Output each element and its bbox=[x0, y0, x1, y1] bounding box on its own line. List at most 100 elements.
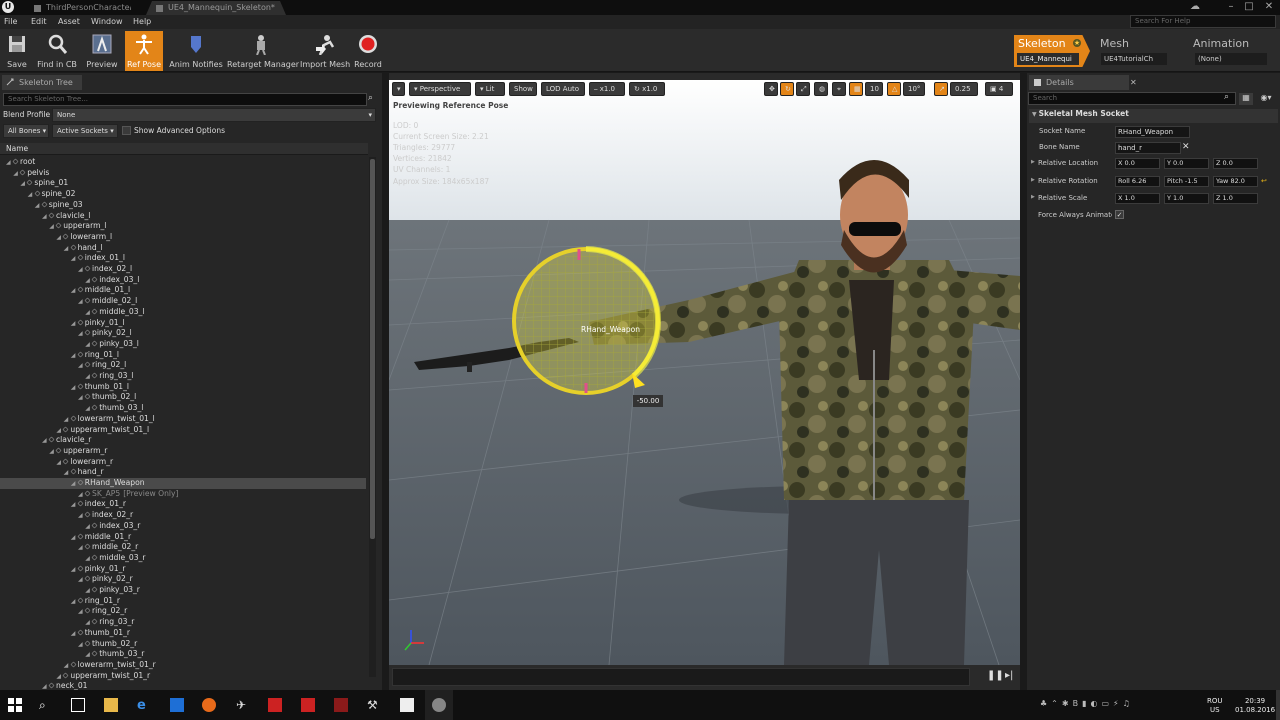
scale-snap-value[interactable]: 0.25 bbox=[950, 82, 978, 96]
tree-row[interactable]: ◢ clavicle_r bbox=[0, 435, 366, 446]
import-mesh-button[interactable]: Import Mesh bbox=[300, 31, 350, 71]
rotate-icon[interactable]: ↻ bbox=[780, 82, 794, 96]
show-advanced-checkbox[interactable] bbox=[122, 126, 131, 135]
tree-row[interactable]: ◢ ring_02_l bbox=[0, 360, 366, 371]
tree-row[interactable]: ◢ pinky_02_l bbox=[0, 328, 366, 339]
anim-notifies-button[interactable]: Anim Notifies bbox=[168, 31, 224, 71]
tree-row[interactable]: ◢ ring_03_l bbox=[0, 371, 366, 382]
mode-animation-tab[interactable]: Animation (None) bbox=[1183, 35, 1277, 67]
tree-row[interactable]: ◢ upperarm_l bbox=[0, 221, 366, 232]
socket-name-field[interactable]: RHand_Weapon bbox=[1115, 126, 1190, 138]
save-button[interactable]: Save bbox=[2, 31, 32, 71]
eye-icon[interactable]: ◉▾ bbox=[1257, 93, 1275, 105]
tree-row[interactable]: ◢ ring_01_l bbox=[0, 350, 366, 361]
show-desktop-button[interactable] bbox=[1276, 690, 1280, 720]
tree-row[interactable]: ◢ lowerarm_r bbox=[0, 457, 366, 468]
tab-mannequin-skeleton[interactable]: UE4_Mannequin_Skeleton* bbox=[146, 1, 286, 15]
tree-row-selected-socket[interactable]: ◢ RHand_Weapon bbox=[0, 478, 366, 489]
bone-name-field[interactable]: hand_r bbox=[1115, 142, 1181, 154]
tree-row[interactable]: ◢ thumb_01_l bbox=[0, 382, 366, 393]
clear-bone-icon[interactable]: ✕ bbox=[1182, 142, 1190, 152]
tool-icon[interactable]: ⚒ bbox=[367, 698, 381, 712]
close-icon[interactable]: ✕ bbox=[1260, 0, 1278, 14]
tree-row[interactable]: ◢ spine_03 bbox=[0, 200, 366, 211]
grid-snap-icon[interactable]: ▦ bbox=[849, 82, 863, 96]
tree-row[interactable]: ◢ ring_03_r bbox=[0, 617, 366, 628]
task-view-icon[interactable] bbox=[71, 698, 85, 712]
rel-rot-pitch[interactable]: Pitch -1.5 bbox=[1164, 176, 1209, 187]
windows-start-icon[interactable] bbox=[8, 698, 22, 712]
file-explorer-icon[interactable] bbox=[104, 698, 118, 712]
menu-help[interactable]: Help bbox=[133, 15, 151, 29]
tree-row[interactable]: ◢ index_02_r bbox=[0, 510, 366, 521]
tree-row[interactable]: ◢ index_01_r bbox=[0, 499, 366, 510]
tree-row[interactable]: ◢ hand_l bbox=[0, 243, 366, 254]
tree-row[interactable]: ◢ lowerarm_twist_01_l bbox=[0, 414, 366, 425]
tree-row[interactable]: ◢ SK_AP5 [Preview Only] bbox=[0, 489, 366, 500]
mode-skeleton-tab[interactable]: Skeleton ★ UE4_Mannequi bbox=[1014, 35, 1090, 67]
viewport[interactable]: ▾ ▾ Perspective ▾ Lit Show LOD Auto ⎯ x1… bbox=[389, 80, 1020, 665]
flash-icon[interactable] bbox=[301, 698, 315, 712]
lit-button[interactable]: ▾ Lit bbox=[475, 82, 505, 96]
edge-icon[interactable]: e bbox=[137, 698, 151, 713]
tree-row[interactable]: ◢ spine_01 bbox=[0, 178, 366, 189]
tree-row[interactable]: ◢ upperarm_twist_01_r bbox=[0, 671, 366, 682]
tree-row[interactable]: ◢ ring_02_r bbox=[0, 606, 366, 617]
lod-button[interactable]: LOD Auto bbox=[541, 82, 585, 96]
rel-scale-y[interactable]: Y 1.0 bbox=[1164, 193, 1209, 204]
find-in-cb-button[interactable]: Find in CB bbox=[36, 31, 78, 71]
search-icon[interactable]: ⌕ bbox=[39, 698, 53, 712]
blend-profile-dropdown[interactable]: None ▾ bbox=[52, 108, 376, 122]
tree-row[interactable]: ◢ thumb_03_l bbox=[0, 403, 366, 414]
tree-row[interactable]: ◢ pelvis bbox=[0, 168, 366, 179]
rotation-snap-icon[interactable]: △ bbox=[887, 82, 901, 96]
rel-rot-yaw[interactable]: Yaw 82.0 bbox=[1213, 176, 1258, 187]
tree-row[interactable]: ◢ thumb_02_l bbox=[0, 392, 366, 403]
tree-row[interactable]: ◢ spine_02 bbox=[0, 189, 366, 200]
tree-row[interactable]: ◢ clavicle_l bbox=[0, 211, 366, 222]
menu-asset[interactable]: Asset bbox=[58, 15, 80, 29]
all-bones-dropdown[interactable]: All Bones ▾ bbox=[3, 124, 49, 138]
details-search-input[interactable]: Search bbox=[1028, 92, 1236, 105]
tree-row[interactable]: ◢ pinky_01_r bbox=[0, 564, 366, 575]
ref-pose-button[interactable]: Ref Pose bbox=[125, 31, 163, 71]
reset-to-default-icon[interactable]: ↩ bbox=[1261, 177, 1267, 185]
rel-loc-z[interactable]: Z 0.0 bbox=[1213, 158, 1258, 169]
tree-row[interactable]: ◢ upperarm_twist_01_l bbox=[0, 425, 366, 436]
preview-button[interactable]: Preview bbox=[84, 31, 120, 71]
tree-scrollbar[interactable] bbox=[369, 157, 376, 677]
tray-icons[interactable]: ♣⌃✱B▮◐▭⚡♫ bbox=[1040, 699, 1134, 708]
tab-third-person-character[interactable]: ThirdPersonCharacter bbox=[24, 1, 134, 15]
maximize-icon[interactable]: □ bbox=[1240, 0, 1258, 14]
record-button[interactable]: Record bbox=[353, 31, 383, 71]
tree-row[interactable]: ◢ middle_03_l bbox=[0, 307, 366, 318]
tree-row[interactable]: ◢ lowerarm_l bbox=[0, 232, 366, 243]
tree-row[interactable]: ◢ pinky_01_l bbox=[0, 318, 366, 329]
tree-row[interactable]: ◢ pinky_03_r bbox=[0, 585, 366, 596]
firefox-icon[interactable] bbox=[202, 698, 216, 712]
rel-scale-x[interactable]: X 1.0 bbox=[1115, 193, 1160, 204]
scale-icon[interactable]: ⤢ bbox=[796, 82, 810, 96]
tree-row[interactable]: ◢ index_03_r bbox=[0, 521, 366, 532]
menu-edit[interactable]: Edit bbox=[31, 15, 47, 29]
tree-row[interactable]: ◢ middle_01_r bbox=[0, 532, 366, 543]
tree-row[interactable]: ◢ ring_01_r bbox=[0, 596, 366, 607]
epic-launcher-icon[interactable] bbox=[400, 698, 414, 712]
menu-window[interactable]: Window bbox=[91, 15, 123, 29]
tree-row[interactable]: ◢ lowerarm_twist_01_r bbox=[0, 660, 366, 671]
rel-rot-roll[interactable]: Roll 6.26 bbox=[1115, 176, 1160, 187]
notification-icon[interactable]: ☁ bbox=[1186, 0, 1204, 14]
tree-row[interactable]: ◢ pinky_03_l bbox=[0, 339, 366, 350]
animate-icon[interactable] bbox=[334, 698, 348, 712]
surface-snap-icon[interactable]: ⌖ bbox=[832, 82, 846, 96]
scale-snap-icon[interactable]: ↗ bbox=[934, 82, 948, 96]
tree-row[interactable]: ◢ middle_01_l bbox=[0, 285, 366, 296]
tree-row[interactable]: ◢ hand_r bbox=[0, 467, 366, 478]
view-options-icon[interactable]: ▦ bbox=[1239, 93, 1253, 105]
expand-arrow-icon[interactable]: ▶ bbox=[1031, 194, 1035, 200]
force-animated-checkbox[interactable]: ✓ bbox=[1115, 210, 1124, 219]
camera-speed-button[interactable]: ▣ 4 bbox=[985, 82, 1013, 96]
scroll-thumb[interactable] bbox=[370, 159, 375, 539]
perspective-button[interactable]: ▾ Perspective bbox=[409, 82, 471, 96]
search-help-input[interactable]: Search For Help bbox=[1130, 15, 1276, 28]
